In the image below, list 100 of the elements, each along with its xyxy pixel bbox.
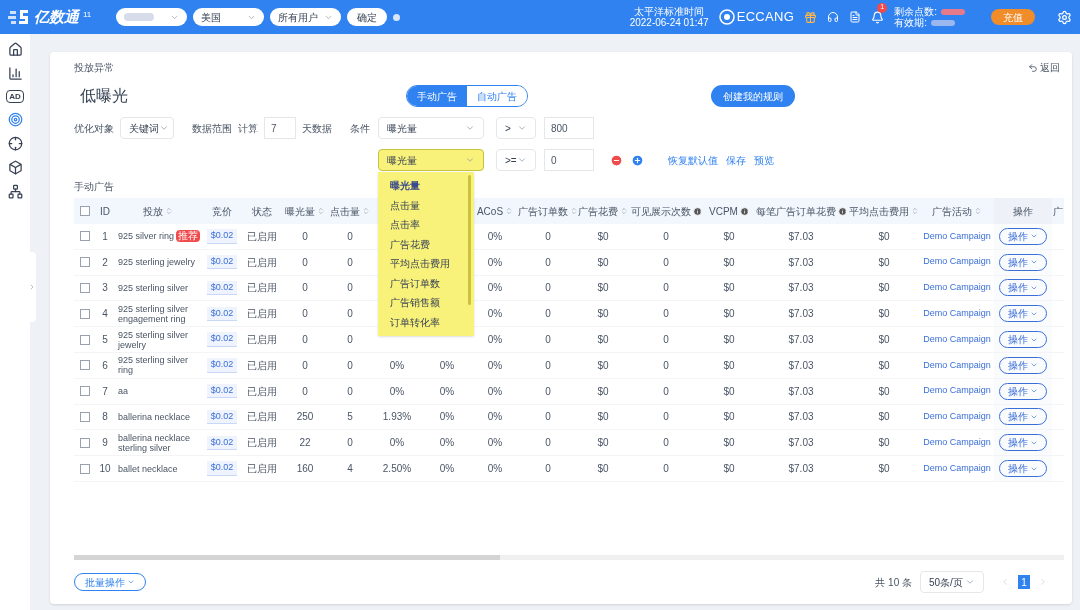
bid-value[interactable]: $0.02 (206, 306, 238, 322)
table-cell-text: $7.03 (788, 281, 814, 296)
checkbox[interactable] (80, 308, 90, 319)
bid-value[interactable]: $0.02 (206, 461, 238, 476)
top-select[interactable] (116, 8, 187, 26)
dropdown-option[interactable]: 曝光量 (390, 176, 420, 196)
table-cell-text: 0 (663, 333, 669, 348)
add-icon[interactable] (631, 153, 644, 167)
home-icon[interactable] (7, 42, 23, 57)
settings-icon[interactable] (1057, 9, 1072, 25)
campaign-link[interactable]: Demo Campaign (923, 229, 991, 244)
campaign-link[interactable]: Demo Campaign (923, 332, 991, 347)
sort-icon[interactable] (911, 207, 919, 215)
page-button[interactable]: 1 (1018, 575, 1030, 589)
headset-icon[interactable] (827, 11, 840, 23)
crosshair-icon[interactable] (7, 136, 23, 151)
value-input[interactable]: 0 (544, 149, 594, 171)
document-icon[interactable] (849, 11, 862, 23)
table-cell-text: $0 (878, 307, 890, 322)
bar-chart-icon[interactable] (7, 66, 23, 81)
datetime-text: 2022-06-24 01:47 (629, 17, 709, 28)
table-cell-text: $0 (878, 281, 890, 296)
campaign-link[interactable]: Demo Campaign (923, 436, 991, 450)
table-cell-text: $7.03 (788, 255, 814, 270)
sort-icon[interactable] (974, 207, 982, 215)
campaign-link[interactable]: Demo Campaign (923, 384, 991, 398)
sort-icon[interactable] (165, 207, 173, 215)
bid-value[interactable]: $0.02 (206, 332, 238, 347)
caret-icon (127, 578, 135, 586)
value-input[interactable]: 800 (544, 117, 594, 139)
gift-icon[interactable] (804, 10, 818, 24)
days-input[interactable]: 7 (264, 117, 296, 139)
operator-select[interactable]: > (496, 117, 536, 139)
checkbox[interactable] (80, 463, 90, 474)
operator-select[interactable]: >= (496, 149, 536, 171)
ad-icon[interactable]: AD (6, 90, 24, 103)
campaign-link[interactable]: Demo Campaign (923, 358, 991, 373)
checkbox[interactable] (80, 386, 90, 397)
sort-icon[interactable] (317, 207, 325, 215)
dropdown-option[interactable]: 广告花费 (390, 234, 430, 254)
table-cell-text: 6 (102, 358, 108, 373)
ad-type-tab[interactable]: 手动广告 (407, 86, 467, 106)
checkbox[interactable] (80, 437, 90, 448)
dropdown-option[interactable]: 点击量 (390, 195, 420, 215)
dropdown-option[interactable]: 点击率 (390, 215, 420, 235)
campaign-link[interactable]: Demo Campaign (923, 461, 991, 476)
checkbox[interactable] (80, 206, 90, 216)
back-link[interactable]: 返回 (1028, 60, 1060, 75)
bid-value[interactable]: $0.02 (206, 358, 238, 373)
checkbox[interactable] (80, 334, 90, 345)
table-cell-text: $0 (723, 410, 735, 425)
bid-value[interactable]: $0.02 (206, 229, 238, 244)
action-link[interactable]: 恢复默认值 (668, 152, 718, 168)
checkbox[interactable] (80, 360, 90, 371)
target-select[interactable]: 关键词 (120, 117, 174, 139)
dropdown-option[interactable]: 平均点击费用 (390, 254, 450, 274)
remove-icon[interactable] (610, 153, 623, 167)
bid-value[interactable]: $0.02 (206, 409, 238, 425)
dropdown-option[interactable]: 订单转化率 (390, 312, 440, 332)
sort-icon[interactable] (362, 207, 370, 215)
keyword-text: 925 sterling silver jewelry (118, 329, 190, 350)
action-link[interactable]: 预览 (754, 152, 774, 168)
sort-icon[interactable] (570, 207, 578, 215)
bid-value[interactable]: $0.02 (206, 280, 238, 296)
table-cell-text: 0 (302, 255, 308, 270)
dropdown-option[interactable]: 广告销售额 (390, 293, 440, 313)
metric-select[interactable]: 曝光量 (378, 149, 484, 171)
confirm-button[interactable]: 确定 (347, 8, 387, 26)
checkbox[interactable] (80, 283, 90, 293)
campaign-link[interactable]: Demo Campaign (923, 281, 991, 295)
sort-icon[interactable] (620, 207, 628, 215)
table-cell-text: 0% (487, 384, 503, 399)
checkbox[interactable] (80, 231, 90, 242)
table-cell-text: 3 (102, 281, 108, 296)
create-rule-button[interactable]: 创建我的规则 (711, 85, 795, 107)
checkbox[interactable] (80, 257, 90, 268)
network-icon[interactable] (7, 184, 23, 199)
notification-icon[interactable] (871, 10, 885, 24)
metric-select[interactable]: 曝光量 (378, 117, 484, 139)
info-icon (692, 206, 702, 216)
campaign-link[interactable]: Demo Campaign (923, 307, 991, 321)
table-cell-text: 0 (663, 384, 669, 399)
page-size-select[interactable]: 50条/页 (920, 571, 984, 593)
bid-value[interactable]: $0.02 (206, 435, 238, 450)
collapse-handle[interactable] (28, 252, 36, 322)
table-cell-text: 0 (347, 358, 353, 373)
cube-icon[interactable] (7, 160, 23, 175)
bid-value[interactable]: $0.02 (206, 383, 238, 399)
brand-name: ECCANG (736, 8, 795, 27)
dropdown-option[interactable]: 广告订单数 (390, 273, 440, 293)
campaign-link[interactable]: Demo Campaign (923, 410, 991, 424)
horizontal-scrollbar[interactable] (74, 555, 1064, 560)
top-select[interactable]: 所有用户 (270, 8, 341, 26)
campaign-link[interactable]: Demo Campaign (923, 255, 991, 269)
sort-icon[interactable] (505, 207, 514, 215)
target-icon[interactable] (7, 112, 23, 127)
top-select[interactable]: 美国 (193, 8, 264, 26)
bid-value[interactable]: $0.02 (206, 254, 238, 270)
checkbox[interactable] (80, 411, 90, 422)
action-link[interactable]: 保存 (726, 152, 746, 168)
